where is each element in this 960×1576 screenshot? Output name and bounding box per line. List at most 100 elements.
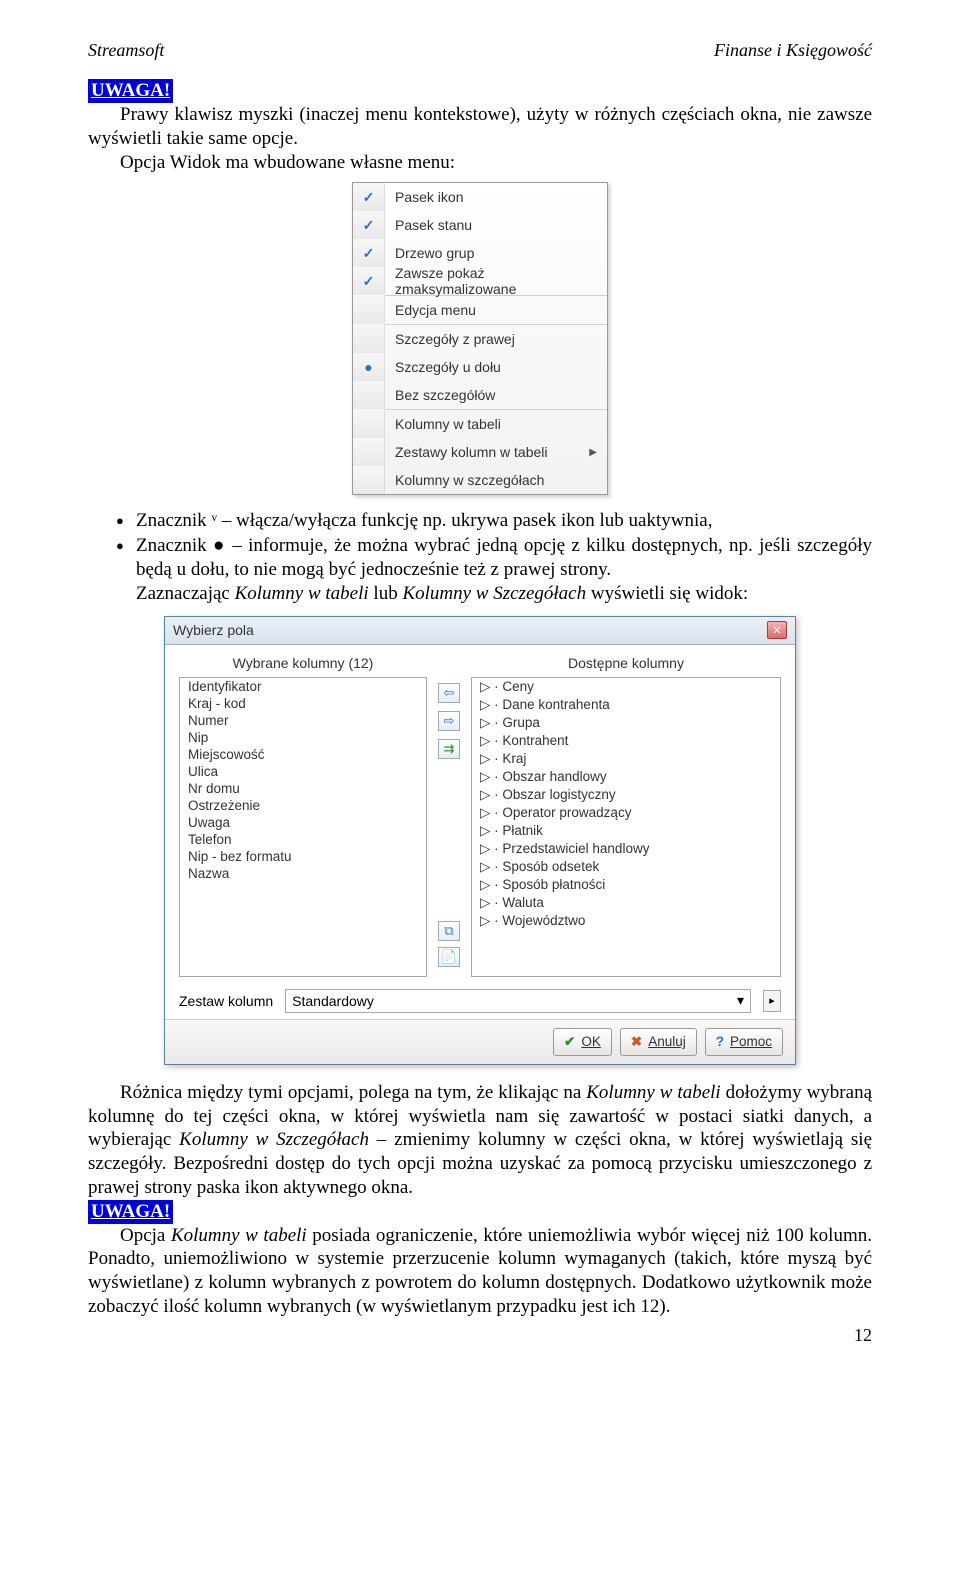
check-icon: ✓ xyxy=(353,211,385,239)
check-icon: ✓ xyxy=(353,267,385,295)
list-item[interactable]: Numer xyxy=(180,712,426,729)
menu-item-label: Kolumny w tabeli xyxy=(385,416,607,432)
cancel-icon: ✖ xyxy=(631,1034,642,1050)
list-item: Znacznik ᵛ – włącza/wyłącza funkcję np. … xyxy=(116,509,872,533)
list-item: Znacznik ● – informuje, że można wybrać … xyxy=(116,534,872,583)
list-item[interactable]: Telefon xyxy=(180,831,426,848)
paragraph: Opcja Kolumny w tabeli posiada ogranicze… xyxy=(88,1224,872,1319)
move-all-right-icon[interactable]: ⇉ xyxy=(438,739,460,759)
list-item[interactable]: ▷ · Obszar handlowy xyxy=(472,768,780,786)
list-item[interactable]: Uwaga xyxy=(180,814,426,831)
list-item[interactable]: Nip xyxy=(180,729,426,746)
move-right-icon[interactable]: ⇨ xyxy=(438,711,460,731)
radio-dot-icon: ● xyxy=(353,353,385,381)
next-set-button[interactable]: ▸ xyxy=(763,990,781,1012)
menu-item[interactable]: ✓Zawsze pokaż zmaksymalizowane xyxy=(353,267,607,295)
header-left: Streamsoft xyxy=(88,40,164,61)
bullet-list: Znacznik ᵛ – włącza/wyłącza funkcję np. … xyxy=(116,509,872,582)
menu-item-label: Drzewo grup xyxy=(385,245,607,261)
menu-item[interactable]: ✓Pasek stanu xyxy=(353,211,607,239)
menu-item[interactable]: Bez szczegółów xyxy=(353,381,607,409)
menu-item-label: Edycja menu xyxy=(385,302,607,318)
check-icon: ✔ xyxy=(564,1034,575,1050)
list-item[interactable]: ▷ · Kontrahent xyxy=(472,732,780,750)
list-item[interactable]: ▷ · Ceny xyxy=(472,678,780,696)
submenu-arrow-icon: ▶ xyxy=(589,447,607,458)
list-item[interactable]: ▷ · Województwo xyxy=(472,912,780,930)
emphasis: Kolumny w Szczegółach xyxy=(179,1129,369,1150)
list-item[interactable]: ▷ · Grupa xyxy=(472,714,780,732)
menu-item-label: Szczegóły u dołu xyxy=(385,359,607,375)
context-menu: ✓Pasek ikon✓Pasek stanu✓Drzewo grup✓Zaws… xyxy=(352,182,608,495)
menu-item-label: Pasek ikon xyxy=(385,189,607,205)
menu-item[interactable]: Edycja menu xyxy=(353,296,607,324)
left-list-header: Wybrane kolumny (12) xyxy=(179,655,427,671)
move-left-icon[interactable]: ⇦ xyxy=(438,683,460,703)
right-list-header: Dostępne kolumny xyxy=(471,655,781,671)
list-item[interactable]: Identyfikator xyxy=(180,678,426,695)
paragraph: Zaznaczając Kolumny w tabeli lub Kolumny… xyxy=(136,582,872,606)
list-item[interactable]: Nr domu xyxy=(180,780,426,797)
emphasis: Kolumny w tabeli xyxy=(171,1225,307,1246)
page-header: Streamsoft Finanse i Księgowość xyxy=(88,40,872,61)
header-right: Finanse i Księgowość xyxy=(714,40,872,61)
menu-item-label: Kolumny w szczegółach xyxy=(385,472,607,488)
menu-item-label: Zestawy kolumn w tabeli xyxy=(385,444,589,460)
menu-item[interactable]: Kolumny w tabeli xyxy=(353,410,607,438)
column-set-select[interactable]: Standardowy ▾ xyxy=(285,989,751,1013)
list-item[interactable]: ▷ · Płatnik xyxy=(472,822,780,840)
document-page: Streamsoft Finanse i Księgowość UWAGA! P… xyxy=(0,0,960,1376)
emphasis: Kolumny w tabeli xyxy=(586,1082,720,1103)
list-item[interactable]: ▷ · Sposób odsetek xyxy=(472,858,780,876)
chevron-down-icon: ▾ xyxy=(737,992,744,1009)
dialog-footer: ✔OK ✖Anuluj ?Pomoc xyxy=(165,1019,795,1064)
list-item[interactable]: Miejscowość xyxy=(180,746,426,763)
column-set-row: Zestaw kolumn Standardowy ▾ ▸ xyxy=(179,989,781,1013)
menu-item[interactable]: ✓Pasek ikon xyxy=(353,183,607,211)
help-button[interactable]: ?Pomoc xyxy=(705,1028,783,1056)
menu-item-label: Pasek stanu xyxy=(385,217,607,233)
warning-label: UWAGA! xyxy=(88,1200,872,1224)
set-label: Zestaw kolumn xyxy=(179,993,273,1009)
list-item[interactable]: Ostrzeżenie xyxy=(180,797,426,814)
paste-icon[interactable]: 📄 xyxy=(438,947,460,967)
menu-item-label: Szczegóły z prawej xyxy=(385,331,607,347)
menu-item[interactable]: Zestawy kolumn w tabeli▶ xyxy=(353,438,607,466)
list-item[interactable]: ▷ · Obszar logistyczny xyxy=(472,786,780,804)
list-item[interactable]: ▷ · Przedstawiciel handlowy xyxy=(472,840,780,858)
menu-item[interactable]: Szczegóły z prawej xyxy=(353,325,607,353)
check-icon: ✓ xyxy=(353,239,385,267)
dialog-titlebar: Wybierz pola ✕ xyxy=(165,617,795,645)
menu-item-label: Bez szczegółów xyxy=(385,387,607,403)
transfer-buttons: ⇦ ⇨ ⇉ ⧉ 📄 xyxy=(427,677,471,977)
column-picker-dialog: Wybierz pola ✕ Wybrane kolumny (12) Dost… xyxy=(164,616,796,1065)
list-item[interactable]: ▷ · Kraj xyxy=(472,750,780,768)
menu-item[interactable]: ✓Drzewo grup xyxy=(353,239,607,267)
ok-button[interactable]: ✔OK xyxy=(553,1028,612,1056)
list-item[interactable]: ▷ · Operator prowadzący xyxy=(472,804,780,822)
list-item[interactable]: Nip - bez formatu xyxy=(180,848,426,865)
list-item[interactable]: Kraj - kod xyxy=(180,695,426,712)
close-icon[interactable]: ✕ xyxy=(767,621,787,639)
dialog-title: Wybierz pola xyxy=(173,622,254,638)
list-item[interactable]: ▷ · Sposób płatności xyxy=(472,876,780,894)
paragraph: Prawy klawisz myszki (inaczej menu konte… xyxy=(88,103,872,151)
list-item[interactable]: Nazwa xyxy=(180,865,426,882)
menu-item[interactable]: Kolumny w szczegółach xyxy=(353,466,607,494)
menu-item-label: Zawsze pokaż zmaksymalizowane xyxy=(385,265,607,297)
list-item[interactable]: ▷ · Dane kontrahenta xyxy=(472,696,780,714)
selected-columns-list[interactable]: IdentyfikatorKraj - kodNumerNipMiejscowo… xyxy=(179,677,427,977)
cancel-button[interactable]: ✖Anuluj xyxy=(620,1028,697,1056)
list-item[interactable]: Ulica xyxy=(180,763,426,780)
check-icon: ✓ xyxy=(353,183,385,211)
paragraph: Opcja Widok ma wbudowane własne menu: xyxy=(88,151,872,175)
page-number: 12 xyxy=(88,1325,872,1346)
menu-item[interactable]: ●Szczegóły u dołu xyxy=(353,353,607,381)
dialog-body: Wybrane kolumny (12) Dostępne kolumny Id… xyxy=(165,645,795,1019)
copy-icon[interactable]: ⧉ xyxy=(438,921,460,941)
warning-label: UWAGA! xyxy=(88,79,872,103)
paragraph: Różnica między tymi opcjami, polega na t… xyxy=(88,1081,872,1200)
help-icon: ? xyxy=(716,1034,724,1049)
available-columns-list[interactable]: ▷ · Ceny▷ · Dane kontrahenta▷ · Grupa▷ ·… xyxy=(471,677,781,977)
list-item[interactable]: ▷ · Waluta xyxy=(472,894,780,912)
